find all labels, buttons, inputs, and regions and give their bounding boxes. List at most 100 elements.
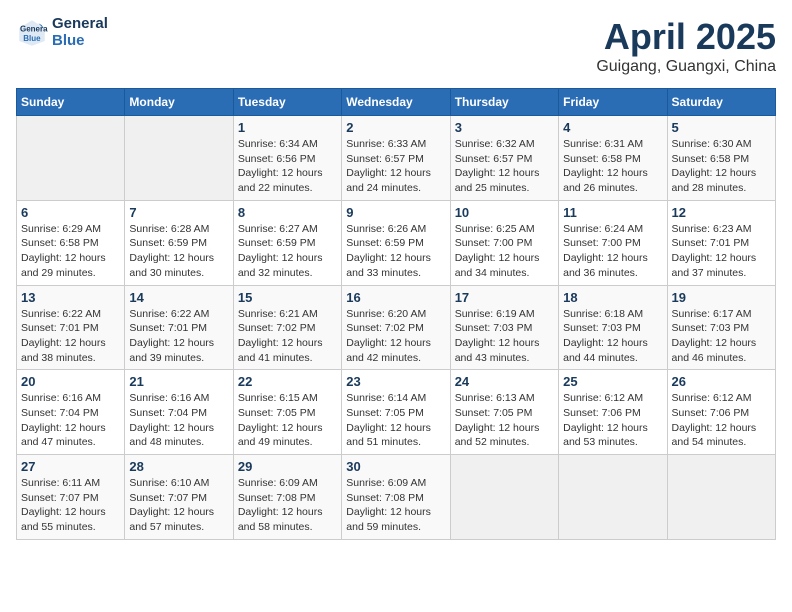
day-info: Sunrise: 6:18 AMSunset: 7:03 PMDaylight:… <box>563 307 662 366</box>
day-cell: 15 Sunrise: 6:21 AMSunset: 7:02 PMDayligh… <box>233 285 341 370</box>
day-info: Sunrise: 6:12 AMSunset: 7:06 PMDaylight:… <box>563 391 662 450</box>
header: General Blue General Blue April 2025 Gui… <box>16 16 776 76</box>
day-number: 11 <box>563 205 662 220</box>
day-info: Sunrise: 6:22 AMSunset: 7:01 PMDaylight:… <box>129 307 228 366</box>
logo-text-line1: General <box>52 16 108 33</box>
day-info: Sunrise: 6:21 AMSunset: 7:02 PMDaylight:… <box>238 307 337 366</box>
day-cell: 18 Sunrise: 6:18 AMSunset: 7:03 PMDayligh… <box>559 285 667 370</box>
day-cell: 16 Sunrise: 6:20 AMSunset: 7:02 PMDayligh… <box>342 285 450 370</box>
day-number: 8 <box>238 205 337 220</box>
day-number: 22 <box>238 374 337 389</box>
day-cell: 8 Sunrise: 6:27 AMSunset: 6:59 PMDaylight… <box>233 200 341 285</box>
day-number: 14 <box>129 290 228 305</box>
day-cell <box>17 116 125 201</box>
day-cell: 17Sunrise: 6:19 AMSunset: 7:03 PMDayligh… <box>450 285 558 370</box>
day-number: 25 <box>563 374 662 389</box>
day-cell: 21Sunrise: 6:16 AMSunset: 7:04 PMDayligh… <box>125 370 233 455</box>
day-number: 18 <box>563 290 662 305</box>
title-area: April 2025 Guigang, Guangxi, China <box>596 16 776 76</box>
day-cell: 22 Sunrise: 6:15 AMSunset: 7:05 PMDayligh… <box>233 370 341 455</box>
day-number: 13 <box>21 290 120 305</box>
day-info: Sunrise: 6:29 AMSunset: 6:58 PMDaylight:… <box>21 222 120 281</box>
weekday-header-sunday: Sunday <box>17 89 125 116</box>
day-number: 15 <box>238 290 337 305</box>
day-number: 1 <box>238 120 337 135</box>
logo-icon: General Blue <box>16 17 48 49</box>
day-number: 20 <box>21 374 120 389</box>
day-number: 17 <box>455 290 554 305</box>
day-number: 30 <box>346 459 445 474</box>
location: Guigang, Guangxi, China <box>596 58 776 76</box>
svg-text:General: General <box>20 24 48 33</box>
day-cell: 4 Sunrise: 6:31 AMSunset: 6:58 PMDaylight… <box>559 116 667 201</box>
day-cell <box>667 455 775 540</box>
day-cell: 1 Sunrise: 6:34 AMSunset: 6:56 PMDaylight… <box>233 116 341 201</box>
day-number: 7 <box>129 205 228 220</box>
day-cell: 27Sunrise: 6:11 AMSunset: 7:07 PMDayligh… <box>17 455 125 540</box>
day-number: 6 <box>21 205 120 220</box>
day-info: Sunrise: 6:33 AMSunset: 6:57 PMDaylight:… <box>346 137 445 196</box>
day-info: Sunrise: 6:20 AMSunset: 7:02 PMDaylight:… <box>346 307 445 366</box>
day-info: Sunrise: 6:12 AMSunset: 7:06 PMDaylight:… <box>672 391 771 450</box>
day-number: 2 <box>346 120 445 135</box>
day-number: 24 <box>455 374 554 389</box>
day-info: Sunrise: 6:30 AMSunset: 6:58 PMDaylight:… <box>672 137 771 196</box>
day-cell: 28 Sunrise: 6:10 AMSunset: 7:07 PMDayligh… <box>125 455 233 540</box>
day-cell <box>125 116 233 201</box>
day-number: 26 <box>672 374 771 389</box>
day-info: Sunrise: 6:34 AMSunset: 6:56 PMDaylight:… <box>238 137 337 196</box>
day-info: Sunrise: 6:09 AMSunset: 7:08 PMDaylight:… <box>346 476 445 535</box>
day-cell <box>559 455 667 540</box>
day-cell: 12Sunrise: 6:23 AMSunset: 7:01 PMDayligh… <box>667 200 775 285</box>
day-info: Sunrise: 6:17 AMSunset: 7:03 PMDaylight:… <box>672 307 771 366</box>
day-info: Sunrise: 6:25 AMSunset: 7:00 PMDaylight:… <box>455 222 554 281</box>
day-number: 28 <box>129 459 228 474</box>
weekday-header-thursday: Thursday <box>450 89 558 116</box>
day-cell: 11Sunrise: 6:24 AMSunset: 7:00 PMDayligh… <box>559 200 667 285</box>
day-info: Sunrise: 6:10 AMSunset: 7:07 PMDaylight:… <box>129 476 228 535</box>
day-cell: 6 Sunrise: 6:29 AMSunset: 6:58 PMDaylight… <box>17 200 125 285</box>
day-info: Sunrise: 6:14 AMSunset: 7:05 PMDaylight:… <box>346 391 445 450</box>
logo-text-line2: Blue <box>52 33 108 50</box>
day-number: 10 <box>455 205 554 220</box>
day-number: 21 <box>129 374 228 389</box>
weekday-header-wednesday: Wednesday <box>342 89 450 116</box>
day-cell: 25 Sunrise: 6:12 AMSunset: 7:06 PMDayligh… <box>559 370 667 455</box>
day-info: Sunrise: 6:15 AMSunset: 7:05 PMDaylight:… <box>238 391 337 450</box>
week-row-2: 6 Sunrise: 6:29 AMSunset: 6:58 PMDaylight… <box>17 200 776 285</box>
day-info: Sunrise: 6:13 AMSunset: 7:05 PMDaylight:… <box>455 391 554 450</box>
day-info: Sunrise: 6:11 AMSunset: 7:07 PMDaylight:… <box>21 476 120 535</box>
weekday-header-saturday: Saturday <box>667 89 775 116</box>
day-info: Sunrise: 6:31 AMSunset: 6:58 PMDaylight:… <box>563 137 662 196</box>
day-number: 4 <box>563 120 662 135</box>
day-cell: 13 Sunrise: 6:22 AMSunset: 7:01 PMDayligh… <box>17 285 125 370</box>
day-info: Sunrise: 6:22 AMSunset: 7:01 PMDaylight:… <box>21 307 120 366</box>
day-cell: 9 Sunrise: 6:26 AMSunset: 6:59 PMDaylight… <box>342 200 450 285</box>
day-number: 19 <box>672 290 771 305</box>
week-row-5: 27Sunrise: 6:11 AMSunset: 7:07 PMDayligh… <box>17 455 776 540</box>
day-cell: 2 Sunrise: 6:33 AMSunset: 6:57 PMDaylight… <box>342 116 450 201</box>
week-row-4: 20Sunrise: 6:16 AMSunset: 7:04 PMDayligh… <box>17 370 776 455</box>
day-number: 5 <box>672 120 771 135</box>
day-number: 16 <box>346 290 445 305</box>
weekday-header-friday: Friday <box>559 89 667 116</box>
day-cell: 14 Sunrise: 6:22 AMSunset: 7:01 PMDayligh… <box>125 285 233 370</box>
day-info: Sunrise: 6:09 AMSunset: 7:08 PMDaylight:… <box>238 476 337 535</box>
day-cell: 23 Sunrise: 6:14 AMSunset: 7:05 PMDayligh… <box>342 370 450 455</box>
weekday-header-monday: Monday <box>125 89 233 116</box>
day-cell: 3 Sunrise: 6:32 AMSunset: 6:57 PMDaylight… <box>450 116 558 201</box>
svg-text:Blue: Blue <box>23 34 41 43</box>
day-number: 29 <box>238 459 337 474</box>
day-number: 23 <box>346 374 445 389</box>
day-info: Sunrise: 6:32 AMSunset: 6:57 PMDaylight:… <box>455 137 554 196</box>
day-cell: 7Sunrise: 6:28 AMSunset: 6:59 PMDaylight… <box>125 200 233 285</box>
month-title: April 2025 <box>596 16 776 58</box>
weekday-header-row: SundayMondayTuesdayWednesdayThursdayFrid… <box>17 89 776 116</box>
day-info: Sunrise: 6:27 AMSunset: 6:59 PMDaylight:… <box>238 222 337 281</box>
day-cell: 26 Sunrise: 6:12 AMSunset: 7:06 PMDayligh… <box>667 370 775 455</box>
day-cell: 29 Sunrise: 6:09 AMSunset: 7:08 PMDayligh… <box>233 455 341 540</box>
day-number: 9 <box>346 205 445 220</box>
day-info: Sunrise: 6:26 AMSunset: 6:59 PMDaylight:… <box>346 222 445 281</box>
day-number: 12 <box>672 205 771 220</box>
day-number: 3 <box>455 120 554 135</box>
